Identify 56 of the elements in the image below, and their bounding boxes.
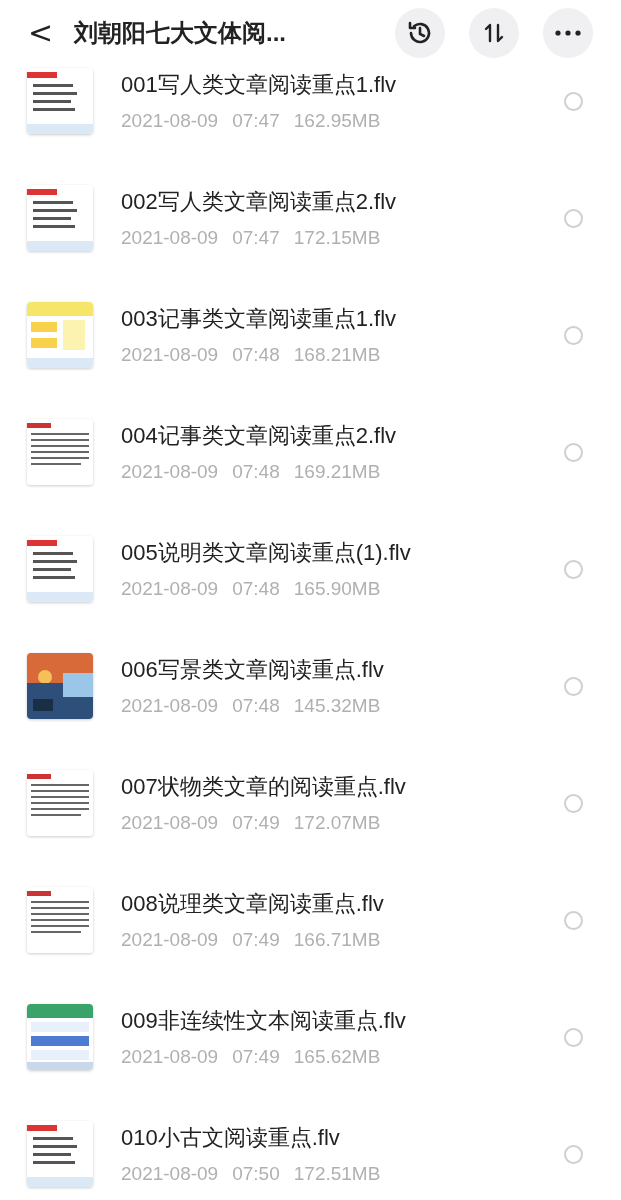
file-name[interactable]: 010小古文阅读重点.flv — [121, 1123, 564, 1153]
file-time: 07:48 — [232, 694, 280, 718]
file-size: 168.21MB — [293, 343, 381, 367]
file-size: 145.32MB — [293, 694, 381, 718]
sort-button[interactable] — [469, 7, 519, 58]
select-radio[interactable] — [564, 794, 583, 813]
file-size: 166.71MB — [293, 928, 381, 952]
file-time: 07:48 — [232, 343, 280, 367]
select-radio[interactable] — [564, 1028, 583, 1047]
file-time: 07:50 — [232, 1162, 280, 1186]
file-size: 169.21MB — [293, 460, 381, 484]
select-radio[interactable] — [564, 560, 583, 579]
file-size: 165.62MB — [293, 1045, 381, 1069]
file-time: 07:48 — [232, 577, 280, 601]
more-button[interactable] — [543, 7, 593, 58]
file-size: 172.07MB — [293, 811, 381, 835]
file-time: 07:49 — [232, 811, 280, 835]
select-radio[interactable] — [564, 443, 583, 462]
file-name[interactable]: 005说明类文章阅读重点(1).flv — [121, 538, 564, 568]
file-time: 07:47 — [232, 109, 280, 133]
file-name[interactable]: 002写人类文章阅读重点2.flv — [121, 187, 564, 217]
file-name[interactable]: 004记事类文章阅读重点2.flv — [121, 421, 564, 451]
history-button[interactable] — [395, 7, 445, 58]
file-name[interactable]: 003记事类文章阅读重点1.flv — [121, 304, 564, 334]
file-size: 165.90MB — [293, 577, 381, 601]
file-name[interactable]: 008说理类文章阅读重点.flv — [121, 889, 564, 919]
file-time: 07:49 — [232, 928, 280, 952]
file-date: 2021-08-09 — [121, 109, 219, 133]
more-icon — [555, 29, 581, 36]
select-radio[interactable] — [564, 911, 583, 930]
file-date: 2021-08-09 — [121, 1162, 219, 1186]
file-date: 2021-08-09 — [121, 460, 219, 484]
file-time: 07:47 — [232, 226, 280, 250]
file-date: 2021-08-09 — [121, 226, 219, 250]
file-name[interactable]: 006写景类文章阅读重点.flv — [121, 655, 564, 685]
select-radio[interactable] — [564, 677, 583, 696]
folder-title: 刘朝阳七大文体阅... — [74, 17, 287, 48]
file-size: 162.95MB — [293, 109, 381, 133]
file-time: 07:49 — [232, 1045, 280, 1069]
file-date: 2021-08-09 — [121, 811, 219, 835]
file-name[interactable]: 007状物类文章的阅读重点.flv — [121, 772, 564, 802]
file-name[interactable]: 001写人类文章阅读重点1.flv — [121, 70, 564, 100]
file-name[interactable]: 009非连续性文本阅读重点.flv — [121, 1006, 564, 1036]
select-radio[interactable] — [564, 326, 583, 345]
file-size: 172.15MB — [293, 226, 381, 250]
select-radio[interactable] — [564, 209, 583, 228]
file-date: 2021-08-09 — [121, 577, 219, 601]
file-size: 172.51MB — [293, 1162, 381, 1186]
select-radio[interactable] — [564, 92, 583, 111]
file-date: 2021-08-09 — [121, 694, 219, 718]
file-date: 2021-08-09 — [121, 1045, 219, 1069]
file-time: 07:48 — [232, 460, 280, 484]
back-button[interactable]: < — [28, 10, 56, 55]
file-date: 2021-08-09 — [121, 343, 219, 367]
file-date: 2021-08-09 — [121, 928, 219, 952]
select-radio[interactable] — [564, 1145, 583, 1164]
